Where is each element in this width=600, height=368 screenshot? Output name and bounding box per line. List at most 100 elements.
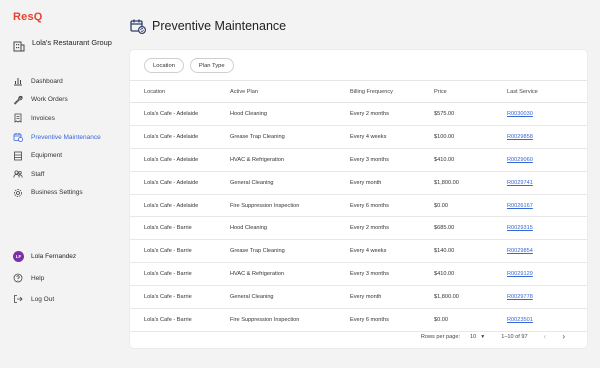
last-service-link[interactable]: R0029315: [507, 225, 533, 231]
sidebar-nav: Dashboard Work Orders Invoices Preventiv…: [13, 72, 120, 202]
calendar-refresh-icon: [13, 132, 23, 142]
cell-location: Lola's Cafe - Barrie: [130, 216, 230, 241]
table-row[interactable]: Lola's Cafe - Barrie General Cleaning Ev…: [130, 285, 587, 310]
equipment-icon: [13, 151, 23, 161]
chart-icon: [13, 76, 23, 86]
sidebar: ResQ Lola's Restaurant Group Dashboard W…: [0, 0, 120, 368]
last-service-link[interactable]: R0029060: [507, 157, 533, 163]
pagination: Rows per page: 10 ▼ 1–10 of 97 ‹ ›: [421, 332, 565, 341]
sidebar-item-label: Preventive Maintenance: [31, 133, 101, 141]
column-header-active-plan: Active Plan: [230, 80, 350, 103]
table-row[interactable]: Lola's Cafe - Adelaide Grease Trap Clean…: [130, 125, 587, 149]
cell-last-service: R0029741: [507, 171, 587, 195]
cell-price: $410.00: [434, 262, 507, 287]
chevron-right-icon[interactable]: ›: [562, 332, 565, 341]
table-row[interactable]: Lola's Cafe - Adelaide HVAC & Refrigerat…: [130, 148, 587, 172]
last-service-link[interactable]: R0029129: [507, 271, 533, 277]
cell-last-service: R0029129: [507, 262, 587, 287]
cell-location: Lola's Cafe - Barrie: [130, 239, 230, 264]
cell-billing-frequency: Every 2 months: [350, 102, 434, 126]
table-row[interactable]: Lola's Cafe - Barrie Fire Suppression In…: [130, 308, 587, 332]
column-header-location: Location: [130, 80, 230, 103]
sidebar-item-label: Equipment: [31, 152, 63, 160]
table-row[interactable]: Lola's Cafe - Barrie HVAC & Refrigeratio…: [130, 262, 587, 287]
sidebar-item-label: Invoices: [31, 114, 55, 122]
last-service-link[interactable]: R0026167: [507, 203, 533, 209]
cell-price: $1,800.00: [434, 171, 507, 195]
table-row[interactable]: Lola's Cafe - Adelaide Hood Cleaning Eve…: [130, 102, 587, 126]
cell-location: Lola's Cafe - Barrie: [130, 308, 230, 332]
last-service-link[interactable]: R0029778: [507, 294, 533, 300]
cell-price: $685.00: [434, 216, 507, 241]
cell-active-plan: HVAC & Refrigeration: [230, 262, 350, 287]
table-row[interactable]: Lola's Cafe - Adelaide Fire Suppression …: [130, 194, 587, 218]
cell-active-plan: Grease Trap Cleaning: [230, 125, 350, 149]
invoice-icon: [13, 113, 23, 124]
last-service-link[interactable]: R0030030: [507, 111, 533, 117]
last-service-link[interactable]: R0029854: [507, 248, 533, 254]
cell-location: Lola's Cafe - Adelaide: [130, 194, 230, 218]
cell-active-plan: Hood Cleaning: [230, 102, 350, 126]
logout-icon: [13, 294, 23, 304]
sidebar-item-business-settings[interactable]: Business Settings: [13, 184, 120, 203]
sidebar-item-invoices[interactable]: Invoices: [13, 109, 120, 128]
cell-active-plan: Hood Cleaning: [230, 216, 350, 241]
last-service-link[interactable]: R0029858: [507, 134, 533, 140]
caret-down-icon: ▼: [480, 333, 486, 340]
last-service-link[interactable]: R0029741: [507, 180, 533, 186]
maintenance-table: Location Active Plan Billing Frequency P…: [130, 80, 587, 332]
user-profile[interactable]: LF Lola Fernandez: [13, 251, 76, 262]
chevron-left-icon[interactable]: ‹: [544, 332, 547, 341]
cell-billing-frequency: Every month: [350, 285, 434, 310]
sidebar-item-dashboard[interactable]: Dashboard: [13, 72, 120, 91]
company-switcher[interactable]: Lola's Restaurant Group: [13, 38, 122, 52]
sidebar-item-staff[interactable]: Staff: [13, 165, 120, 184]
table-header-row: Location Active Plan Billing Frequency P…: [130, 80, 587, 103]
cell-location: Lola's Cafe - Barrie: [130, 285, 230, 310]
rows-per-page-value: 10: [470, 333, 477, 340]
page-range: 1–10 of 97: [501, 333, 528, 340]
cell-last-service: R0029778: [507, 285, 587, 310]
cell-billing-frequency: Every month: [350, 171, 434, 195]
cell-last-service: R0029854: [507, 239, 587, 264]
table-row[interactable]: Lola's Cafe - Adelaide General Cleaning …: [130, 171, 587, 195]
table-row[interactable]: Lola's Cafe - Barrie Grease Trap Cleanin…: [130, 239, 587, 264]
location-filter[interactable]: Location: [144, 58, 184, 73]
page-title: Preventive Maintenance: [152, 19, 287, 33]
cell-price: $0.00: [434, 308, 507, 332]
sidebar-item-work-orders[interactable]: Work Orders: [13, 91, 120, 110]
cell-active-plan: General Cleaning: [230, 285, 350, 310]
sidebar-item-label: Staff: [31, 170, 45, 178]
cell-billing-frequency: Every 2 months: [350, 216, 434, 241]
cell-billing-frequency: Every 4 weeks: [350, 239, 434, 264]
table-row[interactable]: Lola's Cafe - Barrie Hood Cleaning Every…: [130, 216, 587, 241]
cell-price: $100.00: [434, 125, 507, 149]
sidebar-item-equipment[interactable]: Equipment: [13, 146, 120, 165]
sidebar-item-preventive-maintenance[interactable]: Preventive Maintenance: [13, 128, 120, 147]
gear-icon: [13, 188, 23, 198]
cell-active-plan: Grease Trap Cleaning: [230, 239, 350, 264]
cell-location: Lola's Cafe - Adelaide: [130, 171, 230, 195]
cell-location: Lola's Cafe - Barrie: [130, 262, 230, 287]
logout-link[interactable]: Log Out: [13, 294, 54, 304]
cell-location: Lola's Cafe - Adelaide: [130, 148, 230, 172]
plan-type-filter[interactable]: Plan Type: [189, 58, 234, 73]
rows-per-page-select[interactable]: 10 ▼: [470, 334, 485, 340]
cell-price: $140.00: [434, 239, 507, 264]
cell-billing-frequency: Every 3 months: [350, 148, 434, 172]
column-header-price: Price: [434, 80, 507, 103]
last-service-link[interactable]: R0023501: [507, 317, 533, 323]
cell-active-plan: Fire Suppression Inspection: [230, 308, 350, 332]
wrench-icon: [13, 95, 23, 105]
cell-last-service: R0029858: [507, 125, 587, 149]
cell-price: $1,800.00: [434, 285, 507, 310]
cell-location: Lola's Cafe - Adelaide: [130, 102, 230, 126]
help-link[interactable]: Help: [13, 273, 44, 283]
column-header-billing-frequency: Billing Frequency: [350, 80, 434, 103]
app-logo[interactable]: ResQ: [13, 11, 43, 23]
staff-icon: [13, 169, 23, 179]
cell-active-plan: General Cleaning: [230, 171, 350, 195]
building-icon: [13, 39, 25, 52]
sidebar-item-label: Business Settings: [31, 189, 83, 197]
page-header: Preventive Maintenance: [130, 18, 287, 35]
